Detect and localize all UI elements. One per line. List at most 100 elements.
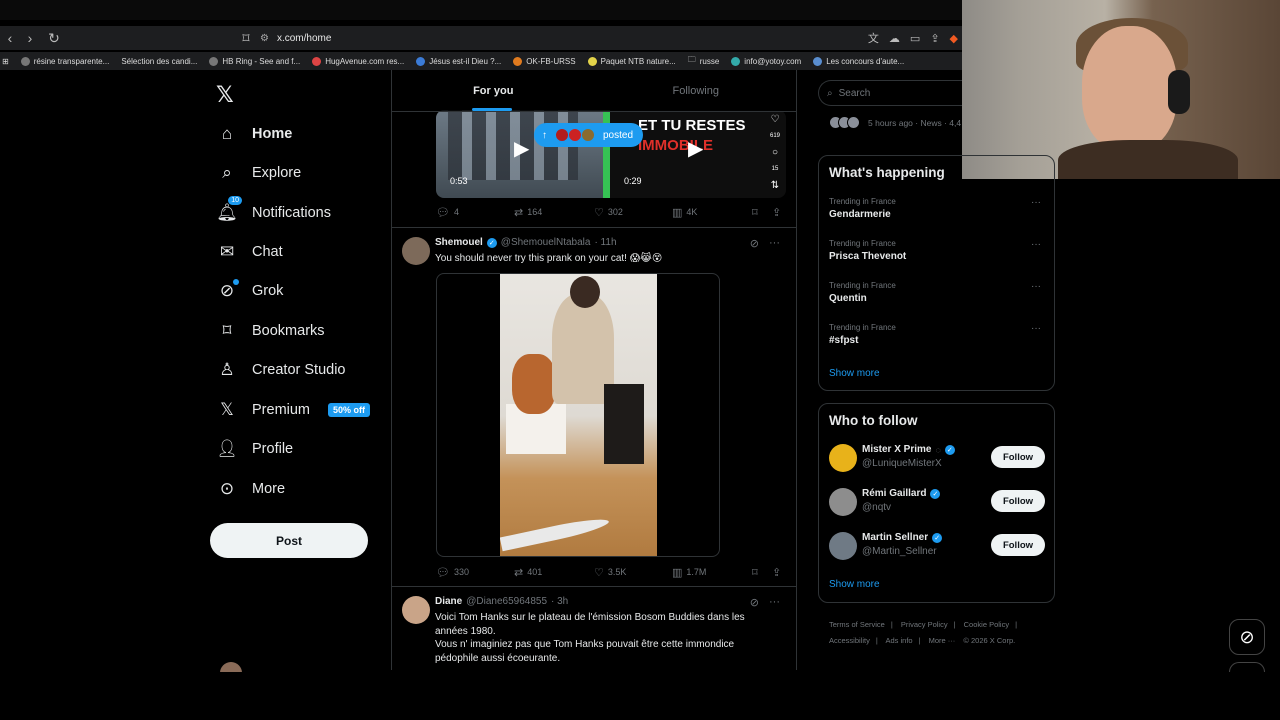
bookmark-item[interactable]: Paquet NTB nature... [587, 56, 676, 66]
grok-floating-button[interactable]: ⊘ [1229, 619, 1265, 655]
show-more-link[interactable]: Show more [829, 579, 880, 590]
more-icon[interactable]: ··· [769, 596, 780, 609]
brave-shield-icon[interactable]: ◆ [950, 32, 958, 45]
share-icon[interactable]: ⇪ [930, 32, 939, 45]
bookmark-button[interactable]: ⌑ [752, 566, 772, 579]
bookmark-item[interactable]: HB Ring - See and f... [209, 56, 300, 66]
more-link[interactable]: More ··· [929, 636, 956, 645]
bookmark-item[interactable]: OK-FB-URSS [513, 56, 576, 66]
nav-notifications[interactable]: 🔔︎ 10 Notifications [216, 196, 331, 228]
share-button[interactable]: ⇪ [772, 206, 781, 219]
bookmark-item[interactable]: Les concours d'aute... [813, 56, 904, 66]
more-icon[interactable]: ··· [769, 237, 780, 250]
views-button[interactable]: ▥ 4K [672, 206, 752, 219]
tweet-author[interactable]: Diane @Diane65964855 · 3h [435, 596, 568, 607]
divider [392, 586, 796, 587]
follow-suggestion[interactable]: Martin Sellner ✓ @Martin_Sellner Follow [829, 532, 1045, 562]
follow-suggestion[interactable]: Rémi Gaillard ✓ @nqtv Follow [829, 488, 1045, 518]
repost-button[interactable]: ⇄ 164 [514, 206, 594, 219]
new-posts-pill[interactable]: ↑ posted [534, 123, 644, 147]
privacy-link[interactable]: Privacy Policy [901, 620, 948, 629]
comment-icon[interactable]: ○ [772, 147, 778, 158]
video-thumbnail[interactable]: ET TU RESTES IMMOBILE ▶ 0:29 ♡ 619 ○ 15 ⇅… [610, 110, 786, 198]
cast-icon[interactable]: ▭ [910, 32, 920, 45]
tweet-author[interactable]: Shemouel ✓ @ShemouelNtabala · 11h [435, 237, 617, 248]
nav-chat[interactable]: ✉ Chat [216, 237, 283, 267]
site-info-icon[interactable]: ⚙ [260, 33, 269, 44]
more-icon[interactable]: ··· [1031, 281, 1041, 292]
more-icon[interactable]: ··· [1031, 323, 1041, 334]
follow-suggestion[interactable]: Mister X Prime ◌ ✓ @LuniqueMisterX Follow [829, 444, 1045, 474]
cloud-icon[interactable]: ☁ [889, 32, 900, 45]
show-more-link[interactable]: Show more [829, 368, 880, 379]
verified-badge-icon: ✓ [944, 444, 955, 455]
reload-icon[interactable]: ↻ [44, 28, 64, 48]
views-button[interactable]: ▥ 1.7M [672, 566, 752, 579]
repost-button[interactable]: ⇄ 401 [514, 566, 594, 579]
share-button[interactable]: ⇪ [772, 566, 781, 579]
x-logo-icon[interactable]: 𝕏 [216, 82, 240, 107]
translate-icon[interactable]: 文 [868, 30, 879, 46]
nav-premium[interactable]: 𝕏 Premium 50% off [216, 395, 371, 425]
copyright: © 2026 X Corp. [963, 636, 1016, 645]
repost-icon[interactable]: ⇅ [771, 180, 779, 191]
follow-button[interactable]: Follow [991, 446, 1045, 468]
news-item[interactable]: 5 hours ago · News · 4,4 [829, 116, 961, 129]
nav-profile[interactable]: 👤︎ Profile [216, 434, 293, 464]
bookmark-item[interactable]: info@yotoy.com [731, 56, 801, 66]
follow-button[interactable]: Follow [991, 490, 1045, 512]
search-input[interactable]: ⌕ Search [818, 80, 962, 106]
heart-icon[interactable]: ♡ [771, 114, 780, 125]
avatar[interactable] [402, 596, 430, 624]
nav-explore[interactable]: ⌕ Explore [216, 158, 301, 188]
nav-creator-studio[interactable]: ♙ Creator Studio [216, 355, 345, 385]
bookmark-item[interactable]: HugAvenue.com res... [312, 56, 404, 66]
trend-item[interactable]: Trending in France Quentin ··· [829, 281, 1045, 315]
nav-more[interactable]: ⊙ More [216, 474, 285, 504]
bookmark-item[interactable]: Sélection des candi... [121, 57, 197, 66]
trend-item[interactable]: Trending in France Gendarmerie ··· [829, 197, 1045, 231]
grok-icon[interactable]: ⊘ [750, 237, 759, 250]
tab-for-you[interactable]: For you [392, 70, 595, 111]
reply-button[interactable]: 💬︎ 330 [436, 566, 514, 579]
url-field[interactable]: ⚙ x.com/home [260, 26, 331, 50]
trend-item[interactable]: Trending in France #sfpst ··· [829, 323, 1045, 357]
tweet-video[interactable] [436, 273, 720, 557]
who-to-follow-card: Who to follow Mister X Prime ◌ ✓ @LuniqueM… [818, 403, 1055, 603]
creator-icon: ♙ [219, 360, 235, 379]
terms-link[interactable]: Terms of Service [829, 620, 885, 629]
like-button[interactable]: ♡ 302 [594, 206, 672, 219]
bookmark-icon: ⌑ [222, 321, 232, 340]
bookmark-button[interactable]: ⌑ [752, 206, 772, 219]
follow-button[interactable]: Follow [991, 534, 1045, 556]
ads-info-link[interactable]: Ads info [885, 636, 912, 645]
grok-icon[interactable]: ⊘ [750, 596, 759, 609]
apps-icon[interactable]: ⊞ [2, 57, 9, 66]
avatar[interactable] [402, 237, 430, 265]
account-switcher[interactable] [220, 662, 370, 672]
reply-button[interactable]: 💬︎ 4 [436, 206, 514, 219]
more-icon[interactable]: ··· [1031, 239, 1041, 250]
bookmark-item[interactable]: Jésus est-il Dieu ?... [416, 56, 501, 66]
bookmark-star-icon[interactable]: ⌑ [236, 28, 256, 48]
play-icon[interactable]: ▶ [688, 136, 714, 162]
nav-home[interactable]: ⌂ Home [216, 119, 292, 149]
post-button[interactable]: Post [210, 523, 368, 558]
back-icon[interactable]: ‹ [0, 28, 20, 48]
cookie-link[interactable]: Cookie Policy [964, 620, 1009, 629]
avatar [829, 444, 857, 472]
nav-grok[interactable]: ⊘ Grok [216, 276, 283, 306]
person-icon: 👤︎ [216, 439, 238, 458]
nav-bookmarks[interactable]: ⌑ Bookmarks [216, 316, 325, 346]
forward-icon[interactable]: › [20, 28, 40, 48]
bookmark-folder[interactable]: 🗀 russe [688, 54, 720, 68]
like-button[interactable]: ♡ 3.5K [594, 566, 672, 579]
messages-drawer-button[interactable] [1229, 662, 1265, 672]
grok-icon: ◌ [935, 444, 941, 455]
trend-item[interactable]: Trending in France Prisca Thevenot ··· [829, 239, 1045, 273]
accessibility-link[interactable]: Accessibility [829, 636, 870, 645]
bookmark-item[interactable]: résine transparente... [20, 56, 109, 66]
more-icon[interactable]: ··· [1031, 197, 1041, 208]
tab-following[interactable]: Following [595, 70, 797, 111]
tweet-menu: ⊘ ··· [750, 237, 780, 250]
